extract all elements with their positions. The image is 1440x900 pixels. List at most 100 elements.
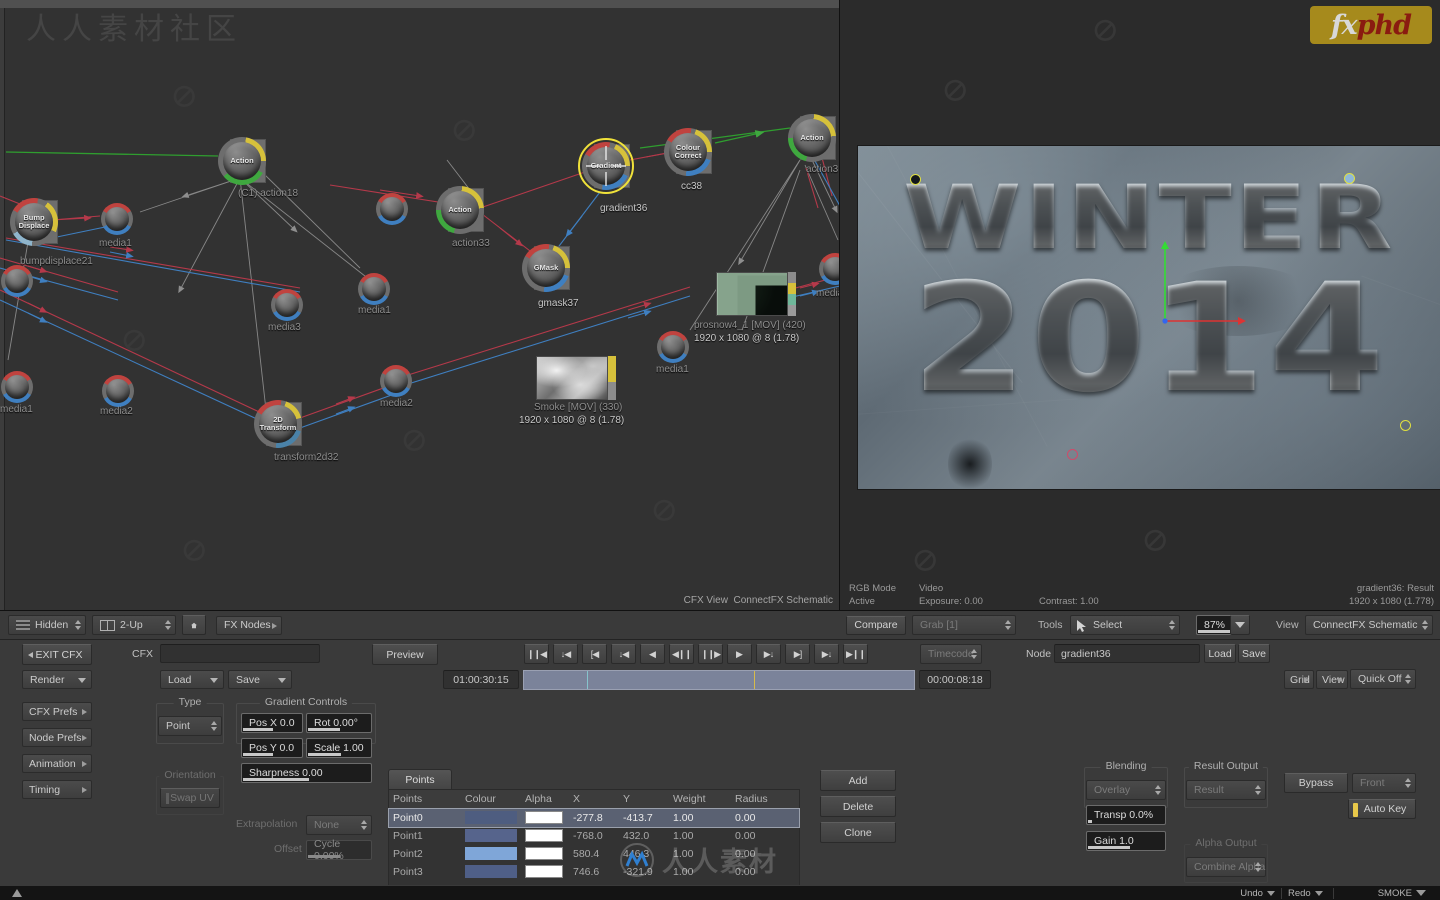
node-media1-c[interactable] — [0, 370, 34, 404]
node-media1-b[interactable] — [357, 272, 391, 306]
tab-points[interactable]: Points — [388, 769, 452, 789]
point-weight[interactable]: 1.00 — [669, 808, 731, 827]
point-radius[interactable]: 0.00 — [731, 863, 799, 881]
spin-up-icon[interactable] — [1155, 785, 1161, 789]
pos-y-slider[interactable]: Pos Y 0.0 — [241, 738, 303, 758]
points-table[interactable]: Points Colour Alpha X Y Weight Radius Po… — [388, 789, 800, 900]
offset-slider[interactable]: Cycle 0.00% — [306, 838, 372, 862]
alpha-swatch[interactable] — [525, 811, 563, 825]
transport-goto-end-button[interactable]: ▶❙❙ — [843, 644, 868, 664]
undo-button[interactable]: Undo — [1240, 888, 1275, 899]
table-row[interactable]: Point1 -768.0 432.0 1.00 0.00 — [389, 827, 799, 845]
home-button[interactable] — [182, 615, 206, 635]
spin-up-icon[interactable] — [1255, 862, 1261, 866]
node-cc38[interactable]: Colour Correct — [662, 126, 714, 178]
spin-up-icon[interactable] — [361, 820, 367, 824]
alpha-output-selector[interactable]: Combine Alpha — [1186, 857, 1266, 877]
spin-up-icon[interactable] — [1005, 620, 1011, 624]
scale-slider[interactable]: Scale 1.00 — [306, 738, 372, 758]
alpha-swatch[interactable] — [525, 865, 563, 878]
node-media1-a[interactable] — [100, 202, 134, 236]
viewer-handle-topleft[interactable] — [910, 174, 921, 185]
points-table-body[interactable]: Point0 -277.8 -413.7 1.00 0.00 Point1 -768.0 43… — [388, 807, 800, 881]
spin-up-icon[interactable] — [1405, 674, 1411, 678]
viewer-handle-bottomright[interactable] — [1400, 420, 1411, 431]
point-x[interactable]: 746.6 — [569, 863, 619, 881]
compare-button[interactable]: Compare — [846, 615, 906, 635]
node-media2-c[interactable] — [375, 192, 409, 226]
clip-smoke[interactable] — [536, 356, 616, 400]
viewer-handle-topright[interactable] — [1344, 173, 1355, 184]
point-colour-cell[interactable] — [461, 845, 521, 863]
tab-timing[interactable]: Timing — [22, 780, 92, 799]
extrapolation-selector[interactable]: None — [306, 815, 372, 835]
rotation-slider[interactable]: Rot 0.00° — [306, 713, 372, 733]
tab-cfx-prefs[interactable]: CFX Prefs — [22, 702, 92, 721]
transport-play-reverse-button[interactable]: ◀ — [640, 644, 665, 664]
alpha-swatch[interactable] — [525, 829, 563, 842]
node-gmask37[interactable]: GMask — [520, 242, 572, 294]
timeline-playhead[interactable] — [754, 671, 755, 689]
point-weight[interactable]: 1.00 — [669, 863, 731, 881]
bypass-button[interactable]: Bypass — [1284, 773, 1348, 793]
colour-swatch[interactable] — [465, 811, 517, 825]
view-menu[interactable]: View — [1316, 670, 1348, 689]
status-bar[interactable]: Undo Redo SMOKE — [0, 885, 1440, 900]
colour-swatch[interactable] — [465, 847, 517, 860]
spin-up-icon[interactable] — [1405, 778, 1411, 782]
connectfx-schematic-canvas[interactable]: 人人素材社区 ⊘ ⊘ ⊘ ⊘ ⊘ ⊘ Action (C1) action18 … — [0, 0, 840, 610]
spin-down-icon[interactable] — [165, 626, 171, 630]
point-alpha-cell[interactable] — [521, 863, 569, 881]
fx-nodes-menu[interactable]: FX Nodes — [216, 615, 282, 635]
point-y[interactable]: -321.9 — [619, 863, 669, 881]
spin-down-icon[interactable] — [1255, 791, 1261, 795]
tab-animation[interactable]: Animation — [22, 754, 92, 773]
render-menu[interactable]: Render — [22, 670, 92, 689]
spin-down-icon[interactable] — [1405, 680, 1411, 684]
clip-prosnow4_1[interactable] — [716, 272, 796, 316]
view-selector[interactable]: ConnectFX Schematic — [1305, 615, 1433, 635]
node-action18[interactable]: Action — [216, 135, 268, 187]
spin-down-icon[interactable] — [75, 626, 81, 630]
redo-button[interactable]: Redo — [1288, 888, 1323, 899]
colour-swatch[interactable] — [465, 865, 517, 878]
exit-cfx-button[interactable]: EXIT CFX — [22, 644, 92, 665]
point-x[interactable]: -277.8 — [569, 808, 619, 827]
transport-controls[interactable]: ❙❙◀ ↓◀ [◀ ↓◀ ◀ ◀❙❙ ❙❙▶ ▶ ▶↓ ▶] ▶↓ ▶❙❙ — [524, 644, 868, 664]
point-weight[interactable]: 1.00 — [669, 827, 731, 845]
table-row[interactable]: Point0 -277.8 -413.7 1.00 0.00 — [388, 807, 800, 828]
point-colour-cell[interactable] — [461, 863, 521, 881]
load-menu[interactable]: Load — [160, 670, 224, 689]
grab-selector[interactable]: Grab [1] — [912, 615, 1016, 635]
point-radius[interactable]: 0.00 — [731, 827, 799, 845]
transport-goto-start-button[interactable]: ❙❙◀ — [524, 644, 549, 664]
axis-gizmo-icon[interactable] — [1148, 241, 1248, 331]
point-radius[interactable]: 0.00 — [731, 845, 799, 863]
spin-up-icon[interactable] — [165, 620, 171, 624]
point-colour-cell[interactable] — [461, 808, 521, 827]
spin-up-icon[interactable] — [211, 721, 217, 725]
add-point-button[interactable]: Add — [820, 770, 896, 791]
delete-point-button[interactable]: Delete — [820, 796, 896, 817]
type-selector[interactable]: Point — [158, 716, 222, 736]
viewer-handle-bottom[interactable] — [1067, 449, 1078, 460]
spin-down-icon[interactable] — [971, 655, 977, 659]
node-action33[interactable]: Action — [434, 184, 486, 236]
transport-step-back-button[interactable]: ◀❙❙ — [669, 644, 694, 664]
app-menu[interactable]: SMOKE — [1378, 888, 1426, 899]
node-media1-e[interactable] — [656, 330, 690, 364]
node-media2-b[interactable] — [379, 364, 413, 398]
point-radius[interactable]: 0.00 — [731, 808, 799, 827]
point-x[interactable]: 580.4 — [569, 845, 619, 863]
spin-up-icon[interactable] — [1169, 620, 1175, 624]
spin-down-icon[interactable] — [1405, 784, 1411, 788]
table-row[interactable]: Point3 746.6 -321.9 1.00 0.00 — [389, 863, 799, 881]
transport-prev-edit-button[interactable]: ↓◀ — [611, 644, 636, 664]
node-save-button[interactable]: Save — [1238, 644, 1270, 663]
spin-down-icon[interactable] — [361, 826, 367, 830]
front-selector[interactable]: Front — [1352, 773, 1416, 793]
point-alpha-cell[interactable] — [521, 808, 569, 827]
transport-next-mark-button[interactable]: ▶] — [785, 644, 810, 664]
transparency-slider[interactable]: Transp 0.0% — [1086, 805, 1166, 825]
point-y[interactable]: 432.0 — [619, 827, 669, 845]
